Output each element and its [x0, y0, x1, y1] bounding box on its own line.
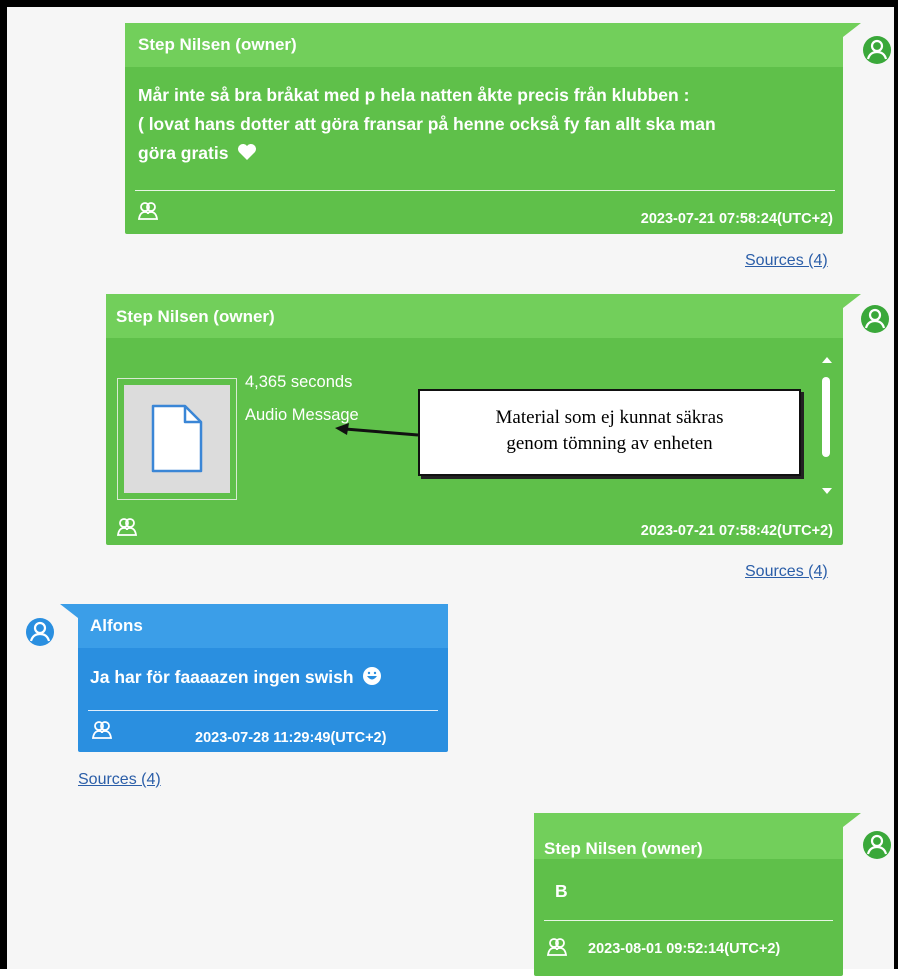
message-text-part: Ja har för faaaazen ingen swish	[90, 667, 354, 687]
chat-export-frame: Step Nilsen (owner) Mår inte så bra bråk…	[0, 0, 898, 976]
bubble-tail	[60, 604, 78, 618]
sources-link[interactable]: Sources (4)	[745, 252, 828, 270]
callout-line: Material som ej kunnat säkras	[495, 407, 724, 428]
scroll-up-arrow[interactable]	[821, 356, 833, 364]
sources-link[interactable]: Sources (4)	[745, 563, 828, 581]
callout-line: genom tömning av enheten	[506, 433, 713, 454]
document-icon	[151, 404, 203, 473]
message-text-part: göra gratis	[138, 143, 229, 163]
message-text: Ja har för faaaazen ingen swish	[90, 663, 382, 692]
sender-name: Step Nilsen (owner)	[544, 839, 703, 858]
message-bubble: Step Nilsen (owner) Mår inte så bra bråk…	[125, 23, 843, 234]
group-icon	[546, 938, 568, 956]
timestamp: 2023-07-21 07:58:42(UTC+2)	[640, 523, 833, 539]
annotation-callout: Material som ej kunnat säkras genom tömn…	[418, 389, 801, 476]
message-text-line: göra gratis	[138, 139, 838, 168]
group-icon	[137, 202, 159, 220]
smile-emoji-icon	[363, 667, 382, 685]
scroll-down-arrow[interactable]	[821, 487, 833, 495]
group-icon	[116, 518, 138, 536]
message-text-line: ( lovat hans dotter att göra fransar på …	[138, 114, 716, 134]
user-avatar-icon[interactable]	[862, 830, 892, 860]
heart-emoji-icon	[238, 144, 257, 160]
user-avatar-icon[interactable]	[860, 304, 890, 334]
group-icon	[91, 721, 113, 739]
message-bubble: Step Nilsen (owner) B 2023-08-01 09:52:1…	[534, 813, 843, 976]
scrollbar-thumb[interactable]	[822, 377, 830, 457]
footer-separator	[135, 190, 835, 191]
bubble-tail	[843, 23, 861, 37]
timestamp: 2023-07-28 11:29:49(UTC+2)	[195, 730, 387, 746]
timestamp: 2023-08-01 09:52:14(UTC+2)	[588, 941, 781, 957]
message-text: Mår inte så bra bråkat med p hela natten…	[138, 81, 838, 168]
footer-separator	[544, 920, 833, 921]
user-avatar-icon[interactable]	[862, 35, 892, 65]
attachment-thumbnail[interactable]	[117, 378, 237, 500]
sender-name: Alfons	[90, 616, 143, 635]
audio-duration: 4,365 seconds	[245, 373, 353, 391]
message-bubble: Alfons Ja har för faaaazen ingen swish 2…	[78, 604, 448, 752]
sender-name: Step Nilsen (owner)	[138, 35, 297, 54]
bubble-tail	[843, 813, 861, 827]
timestamp: 2023-07-21 07:58:24(UTC+2)	[640, 211, 833, 227]
message-text: B	[555, 881, 568, 901]
sender-name: Step Nilsen (owner)	[116, 307, 275, 326]
arrow-icon	[335, 423, 419, 437]
user-avatar-icon[interactable]	[25, 617, 55, 647]
footer-separator	[88, 710, 438, 711]
message-text-line: Mår inte så bra bråkat med p hela natten…	[138, 85, 690, 105]
sources-link[interactable]: Sources (4)	[78, 771, 161, 789]
bubble-tail	[843, 294, 861, 308]
